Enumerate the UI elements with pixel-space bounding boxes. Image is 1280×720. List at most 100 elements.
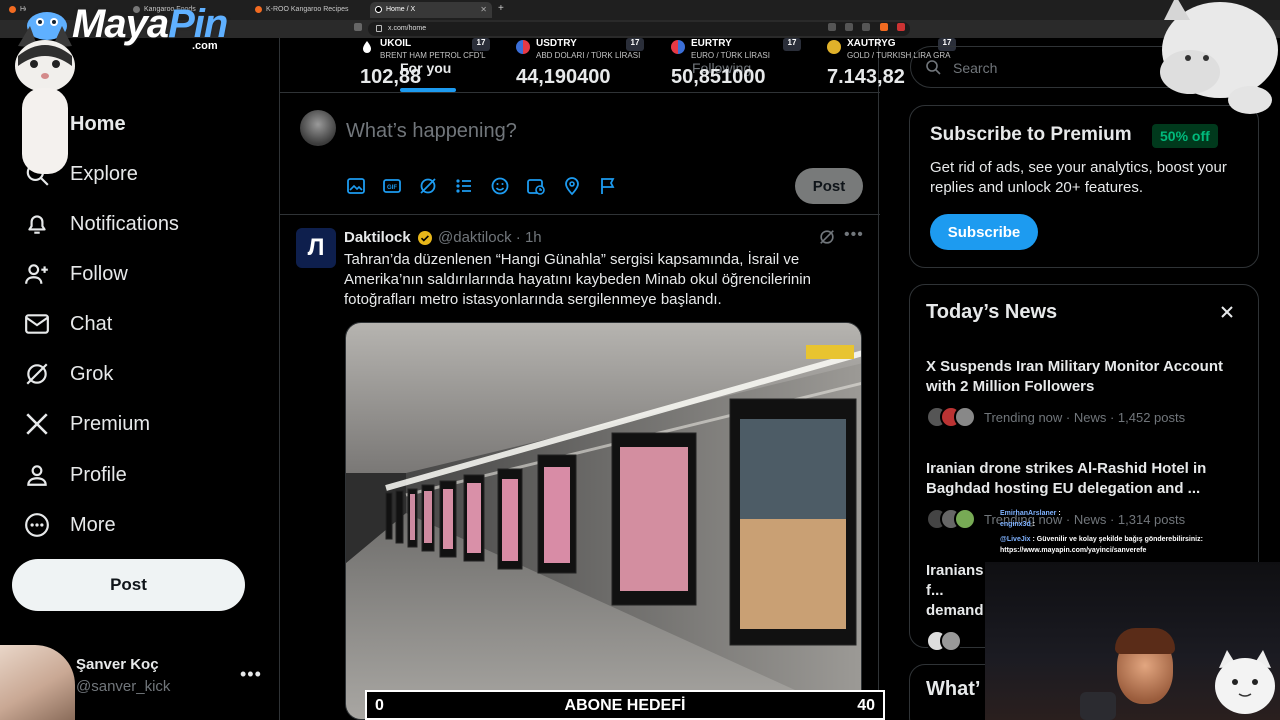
- avatar-stack: [926, 406, 976, 428]
- composer-post-button[interactable]: Post: [795, 168, 863, 204]
- subscriber-goal-bar: ABONE HEDEFİ 0 40: [365, 690, 885, 720]
- image-icon[interactable]: [346, 176, 366, 196]
- search-placeholder: Search: [953, 60, 998, 76]
- nav-more[interactable]: More: [24, 505, 116, 545]
- chat-user: enginx3d: [1000, 521, 1031, 528]
- chat-message: enginx3d :: [1000, 519, 1230, 530]
- news-title: Today’s News: [926, 301, 1058, 323]
- tweet-avatar[interactable]: Л: [296, 228, 336, 268]
- grok-icon: [24, 361, 50, 387]
- composer-toolbar: GIF: [346, 176, 634, 196]
- webcam-streamer-hair: [1115, 628, 1175, 654]
- url-text: x.com/home: [388, 25, 427, 32]
- ticker-name: BRENT HAM PETROL CFD'L: [380, 51, 486, 60]
- emoji-icon[interactable]: [490, 176, 510, 196]
- more-dots-icon[interactable]: •••: [240, 664, 262, 685]
- news-item[interactable]: X Suspends Iran Military Monitor Account…: [926, 357, 1246, 429]
- flag-icon[interactable]: [598, 176, 618, 196]
- premium-title: Subscribe to Premium: [930, 124, 1132, 145]
- close-icon[interactable]: ✕: [480, 5, 487, 14]
- screen-icon[interactable]: [828, 23, 836, 31]
- whats-happening-title: What’: [926, 678, 981, 700]
- tradingview-icon: 17: [472, 38, 490, 51]
- composer-input[interactable]: What’s happening?: [346, 120, 517, 143]
- new-tab-icon[interactable]: +: [498, 3, 504, 14]
- goal-current: 0: [375, 697, 384, 714]
- poll-icon[interactable]: [454, 176, 474, 196]
- nav-follow[interactable]: Follow: [24, 254, 128, 294]
- svg-text:GIF: GIF: [387, 185, 397, 191]
- stream-chat: EmirhanArslaner : enginx3d : @LiveJix : …: [1000, 508, 1230, 556]
- tab-label: K-ROO Kangaroo Recipes: [266, 6, 349, 13]
- logo-suffix: .com: [192, 40, 218, 52]
- share-icon[interactable]: [862, 23, 870, 31]
- tab-label: Home / X: [386, 6, 416, 13]
- tab-favicon-icon: [375, 6, 382, 13]
- browser-tab[interactable]: K-ROO Kangaroo Recipes: [250, 2, 368, 18]
- avatar[interactable]: [300, 110, 336, 146]
- schedule-icon[interactable]: [526, 176, 546, 196]
- nav-label: Follow: [70, 262, 128, 285]
- news-meta: Trending now · News · 1,452 posts: [984, 409, 1186, 425]
- tweet-handle: @daktilock: [438, 229, 512, 246]
- post-button[interactable]: Post: [12, 559, 245, 611]
- location-icon[interactable]: [562, 176, 582, 196]
- brave-shield-icon[interactable]: [880, 23, 888, 31]
- nav-profile[interactable]: Profile: [24, 455, 127, 495]
- nav-label: More: [70, 513, 116, 536]
- tradingview-icon: 17: [626, 38, 644, 51]
- nav-chat[interactable]: Chat: [24, 304, 112, 344]
- close-icon[interactable]: [1218, 303, 1236, 321]
- chat-user: @LiveJix: [1000, 536, 1031, 543]
- ticker-symbol: USDTRY: [536, 38, 577, 49]
- person-plus-icon: [24, 261, 50, 287]
- avatar: [940, 630, 962, 652]
- more-circle-icon: [24, 512, 50, 538]
- nav-notifications[interactable]: Notifications: [24, 204, 179, 244]
- nav-grok[interactable]: Grok: [24, 354, 113, 394]
- webcam-hand-image: [0, 645, 75, 720]
- mail-icon: [24, 311, 50, 337]
- tweet-handle-time[interactable]: @daktilock · 1h: [438, 229, 542, 246]
- browser-tab-active[interactable]: Home / X ✕: [370, 2, 492, 18]
- timeline: For you Following UKOIL BRENT HAM PETROL…: [279, 38, 956, 720]
- search-icon: [926, 60, 941, 75]
- more-dots-icon[interactable]: •••: [844, 226, 864, 244]
- account-handle: @sanver_kick: [76, 678, 171, 695]
- news-headline: X Suspends Iran Military Monitor Account…: [926, 358, 1223, 395]
- composer: What’s happening? GIF Post: [280, 94, 880, 215]
- goal-label: ABONE HEDEFİ: [564, 697, 686, 714]
- oil-drop-icon: [360, 40, 374, 54]
- chat-message: @LiveJix : Güvenilir ve kolay şekilde ba…: [1000, 534, 1230, 556]
- gif-icon[interactable]: GIF: [382, 176, 402, 196]
- brave-rewards-icon[interactable]: [897, 23, 905, 31]
- tweet-text: Tahran’da düzenlenen “Hangi Günahla” ser…: [344, 251, 811, 308]
- grok-icon[interactable]: [418, 176, 438, 196]
- tweet-time: 1h: [524, 229, 542, 246]
- tab-favicon-icon: [255, 6, 262, 13]
- news-meta-row: Trending now · News · 1,452 posts: [926, 405, 1246, 429]
- ticker-symbol: UKOIL: [380, 38, 412, 49]
- tweet-author-name[interactable]: Daktilock: [344, 229, 411, 246]
- ticker-symbol: EURTRY: [691, 38, 732, 49]
- premium-description: Get rid of ads, see your analytics, boos…: [930, 159, 1227, 196]
- goal-target: 40: [857, 697, 875, 714]
- subscribe-button[interactable]: Subscribe: [930, 214, 1038, 250]
- ticker-ukoil: UKOIL BRENT HAM PETROL CFD'L 102,88 17: [360, 38, 500, 90]
- bookmark-icon[interactable]: [354, 23, 362, 31]
- tweet-image[interactable]: [345, 322, 862, 720]
- tradingview-icon: 17: [783, 38, 801, 51]
- timeline-tabs: For you Following UKOIL BRENT HAM PETROL…: [280, 38, 956, 93]
- avatar: [954, 508, 976, 530]
- avatar-stack: [926, 508, 976, 530]
- eur-try-flag-icon: [671, 40, 685, 54]
- grok-icon[interactable]: [818, 228, 836, 246]
- nav-label: Explore: [70, 162, 138, 185]
- tweet[interactable]: Л Daktilock @daktilock · 1h ••• Tahran’d…: [280, 216, 880, 720]
- nav-premium[interactable]: Premium: [24, 404, 150, 444]
- nav-label: Profile: [70, 463, 127, 486]
- nav-label: Chat: [70, 312, 113, 335]
- ticker-name: ABD DOLARI / TÜRK LİRASI: [536, 51, 641, 60]
- zoom-icon[interactable]: [845, 23, 853, 31]
- webcam-feed: [985, 562, 1280, 720]
